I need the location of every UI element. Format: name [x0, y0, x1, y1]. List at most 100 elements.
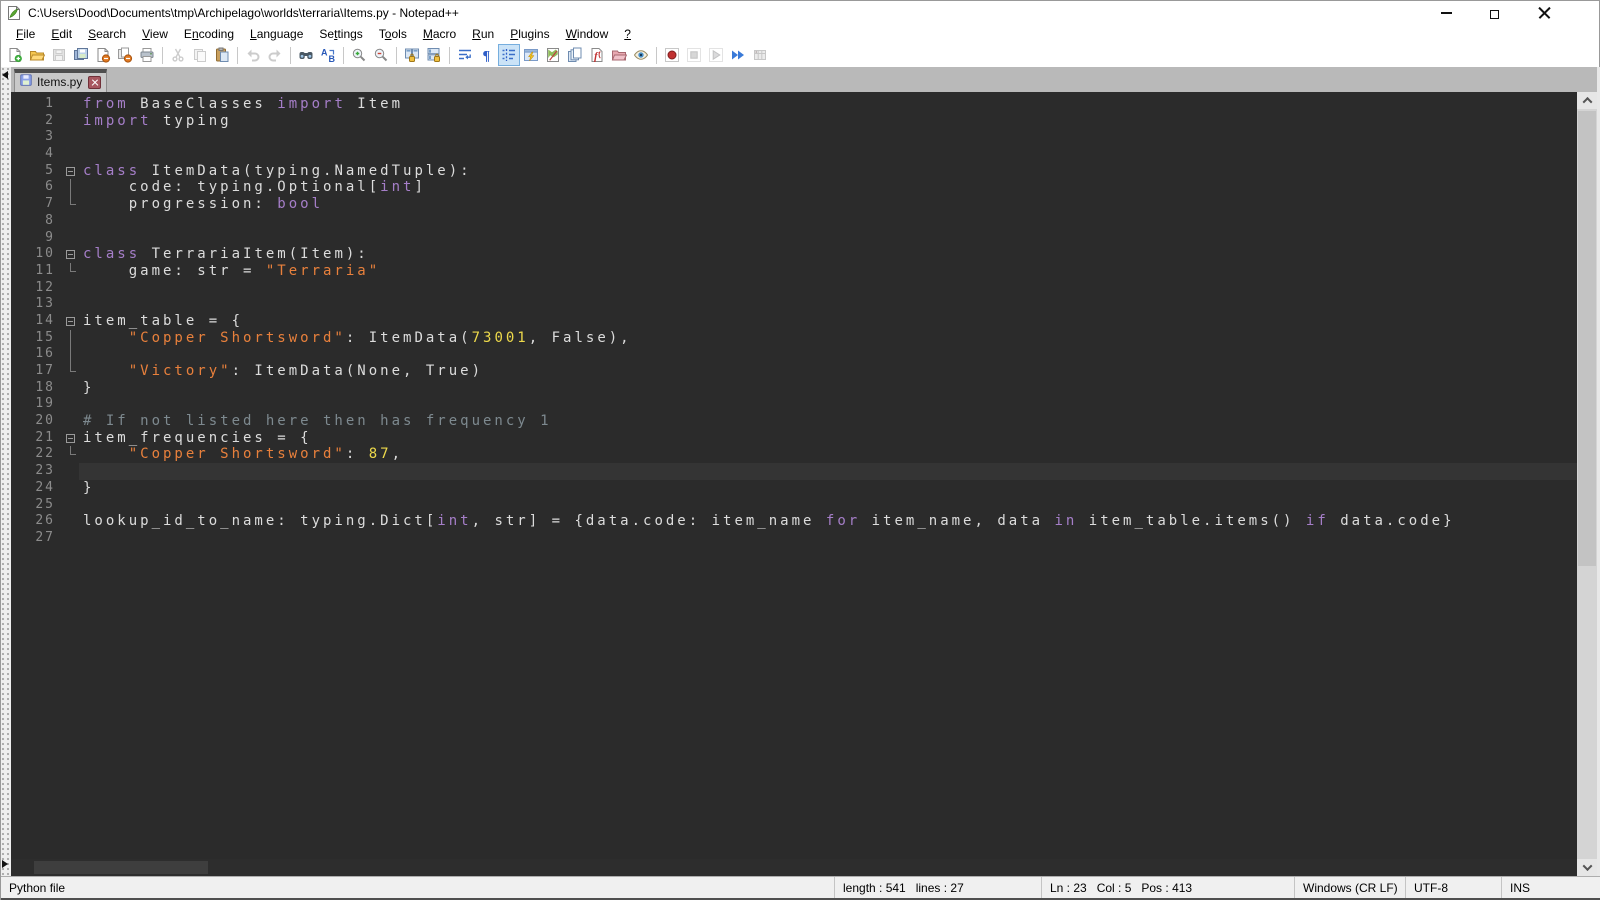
close-all-button[interactable] [114, 44, 136, 66]
folder-as-workspace-button[interactable] [608, 44, 630, 66]
code-line-13[interactable]: 13 [11, 296, 1577, 313]
show-indent-guide-button[interactable] [498, 44, 520, 66]
save-button[interactable] [48, 44, 70, 66]
menu-language[interactable]: Language [242, 26, 311, 42]
code-line-4[interactable]: 4 [11, 146, 1577, 163]
code-text: } [79, 480, 1577, 497]
tab-items-py[interactable]: Items.py [14, 69, 107, 92]
sync-horizontal-scroll-button[interactable] [423, 44, 445, 66]
print-button[interactable] [136, 44, 158, 66]
close-button[interactable] [1520, 1, 1569, 25]
code-line-15[interactable]: 15 "Copper Shortsword": ItemData(73001, … [11, 330, 1577, 347]
scroll-up-button[interactable] [1577, 92, 1597, 109]
minimize-button[interactable] [1422, 1, 1471, 25]
define-language-button[interactable] [520, 44, 542, 66]
show-all-characters-button[interactable]: ¶ [476, 44, 498, 66]
menu-macro[interactable]: Macro [415, 26, 464, 42]
sync-vertical-scroll-button[interactable] [401, 44, 423, 66]
code-line-27[interactable]: 27 [11, 530, 1577, 547]
code-line-24[interactable]: 24} [11, 480, 1577, 497]
code-line-5[interactable]: 5class ItemData(typing.NamedTuple): [11, 163, 1577, 180]
code-line-21[interactable]: 21item_frequencies = { [11, 430, 1577, 447]
new-file-button[interactable] [4, 44, 26, 66]
save-all-button[interactable] [70, 44, 92, 66]
document-list-icon [567, 47, 583, 63]
code-line-16[interactable]: 16 [11, 346, 1577, 363]
code-line-19[interactable]: 19 [11, 396, 1577, 413]
code-line-7[interactable]: 7 progression: bool [11, 196, 1577, 213]
menu-window[interactable]: Window [558, 26, 617, 42]
macro-save-button[interactable] [749, 44, 771, 66]
code-line-23[interactable]: 23 [11, 463, 1577, 480]
zoom-in-button[interactable] [348, 44, 370, 66]
close-file-button[interactable] [92, 44, 114, 66]
close-tab-icon[interactable] [88, 76, 101, 89]
status-encoding: UTF-8 [1405, 877, 1501, 898]
code-line-2[interactable]: 2import typing [11, 113, 1577, 130]
macro-stop-button[interactable] [683, 44, 705, 66]
zoom-out-button[interactable] [370, 44, 392, 66]
code-line-22[interactable]: 22 "Copper Shortsword": 87, [11, 446, 1577, 463]
scroll-down-button[interactable] [1577, 859, 1597, 876]
redo-button[interactable] [264, 44, 286, 66]
menu-encoding[interactable]: Encoding [176, 26, 242, 42]
vertical-scrollbar[interactable] [1577, 92, 1597, 876]
code-line-8[interactable]: 8 [11, 213, 1577, 230]
code-text [79, 530, 1577, 547]
monitoring-button[interactable] [630, 44, 652, 66]
line-number: 5 [11, 163, 63, 180]
menu-search[interactable]: Search [80, 26, 134, 42]
code-line-9[interactable]: 9 [11, 230, 1577, 247]
function-list-button[interactable]: f [586, 44, 608, 66]
macro-record-button[interactable] [661, 44, 683, 66]
restore-button[interactable] [1471, 1, 1520, 25]
code-line-11[interactable]: 11 game: str = "Terraria" [11, 263, 1577, 280]
replace-button[interactable]: AB [317, 44, 339, 66]
code-line-18[interactable]: 18} [11, 380, 1577, 397]
menu-settings[interactable]: Settings [311, 26, 370, 42]
menu-edit[interactable]: Edit [43, 26, 80, 42]
editor[interactable]: 1from BaseClasses import Item2import typ… [11, 92, 1577, 876]
find-button[interactable] [295, 44, 317, 66]
macro-run-multiple-button[interactable] [727, 44, 749, 66]
show-all-characters-icon: ¶ [479, 47, 495, 63]
paste-button[interactable] [211, 44, 233, 66]
document-map-button[interactable] [542, 44, 564, 66]
code-line-26[interactable]: 26lookup_id_to_name: typing.Dict[int, st… [11, 513, 1577, 530]
fold-toggle-icon[interactable] [63, 430, 79, 447]
menu-tools[interactable]: Tools [371, 26, 415, 42]
code-line-12[interactable]: 12 [11, 280, 1577, 297]
code-line-1[interactable]: 1from BaseClasses import Item [11, 96, 1577, 113]
menu-plugins[interactable]: Plugins [502, 26, 557, 42]
horizontal-scrollbar-thumb[interactable] [34, 861, 208, 874]
horizontal-scrollbar[interactable] [11, 859, 1577, 876]
menu-run[interactable]: Run [464, 26, 502, 42]
code-line-17[interactable]: 17 "Victory": ItemData(None, True) [11, 363, 1577, 380]
fold-toggle-icon[interactable] [63, 246, 79, 263]
menu-view[interactable]: View [134, 26, 176, 42]
document-list-button[interactable] [564, 44, 586, 66]
tab-scroll-right-icon[interactable] [2, 860, 8, 868]
code-line-6[interactable]: 6 code: typing.Optional[int] [11, 179, 1577, 196]
fold-toggle-icon[interactable] [63, 163, 79, 180]
vertical-scrollbar-thumb[interactable] [1578, 111, 1596, 566]
code-line-25[interactable]: 25 [11, 497, 1577, 514]
code-line-20[interactable]: 20# If not listed here then has frequenc… [11, 413, 1577, 430]
menu-file[interactable]: File [8, 26, 43, 42]
open-file-button[interactable] [26, 44, 48, 66]
code-line-10[interactable]: 10class TerrariaItem(Item): [11, 246, 1577, 263]
copy-button[interactable] [189, 44, 211, 66]
menu-help[interactable]: ? [616, 26, 639, 42]
cut-button[interactable] [167, 44, 189, 66]
code-line-14[interactable]: 14item_table = { [11, 313, 1577, 330]
code-line-3[interactable]: 3 [11, 129, 1577, 146]
word-wrap-button[interactable] [454, 44, 476, 66]
code-area[interactable]: 1from BaseClasses import Item2import typ… [11, 92, 1577, 859]
undo-button[interactable] [242, 44, 264, 66]
toolbar-group [167, 44, 233, 66]
line-number: 23 [11, 463, 63, 480]
macro-play-button[interactable] [705, 44, 727, 66]
toolbar-group: ¶f [454, 44, 652, 66]
fold-toggle-icon[interactable] [63, 313, 79, 330]
tab-scroll-left-icon[interactable] [2, 71, 8, 79]
